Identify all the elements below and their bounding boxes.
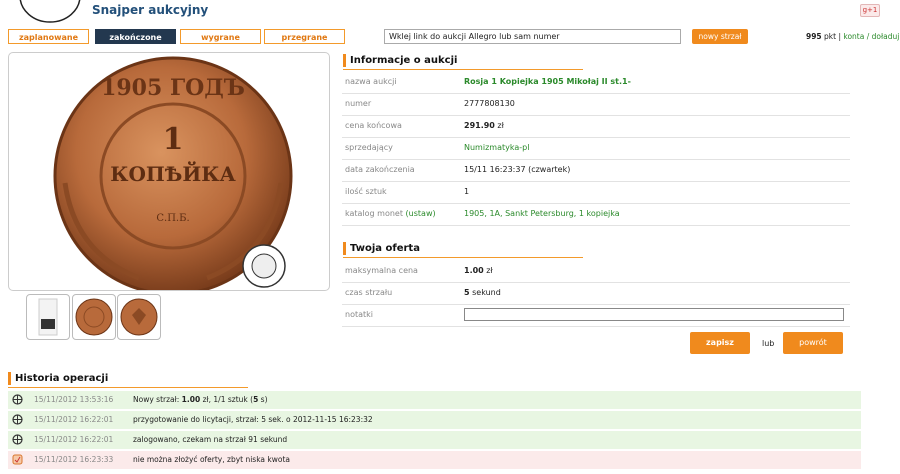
coin-mint: С.П.Б. (156, 213, 189, 224)
auction-info-title: Informacje o aukcji (343, 54, 457, 67)
thumbnail-1[interactable] (26, 294, 70, 340)
thumbnail-2-image (75, 298, 113, 336)
value-end-date: 15/11 16:23:37 (czwartek) (464, 165, 571, 174)
history-time: 15/11/2012 16:23:33 (34, 455, 114, 464)
points-value: 995 (806, 32, 822, 41)
row-end-date: data zakończenia 15/11 16:23:37 (czwarte… (342, 160, 850, 182)
label-shot-time: czas strzału (345, 288, 393, 297)
row-notes: notatki (342, 305, 850, 327)
label-auction-number: numer (345, 99, 372, 108)
history-msg-price: 1.00 (181, 395, 201, 404)
max-price-amount: 1.00 (464, 266, 484, 275)
auction-info-underline (343, 69, 583, 70)
row-auction-number: numer 2777808130 (342, 94, 850, 116)
tab-finished[interactable]: zakończone (95, 29, 176, 44)
history-time: 15/11/2012 16:22:01 (34, 435, 114, 444)
history-msg-mid: zł, 1/1 sztuk ( (200, 395, 254, 404)
coin-year-text: 1905 ГОДЪ (101, 75, 245, 101)
history-row: 15/11/2012 16:22:01 zalogowano, czekam n… (8, 431, 861, 449)
row-final-price: cena końcowa 291.90 zł (342, 116, 850, 138)
tab-won[interactable]: wygrane (180, 29, 261, 44)
history-time: 15/11/2012 13:53:16 (34, 395, 114, 404)
notes-input[interactable] (464, 308, 844, 321)
coin-denomination: 1 (163, 122, 184, 157)
label-end-date: data zakończenia (345, 165, 415, 174)
app-title: Snajper aukcyjny (92, 3, 209, 17)
history-msg-pre: Nowy strzał: (133, 395, 182, 404)
row-shot-time: czas strzału 5 sekund (342, 283, 850, 305)
history-message: przygotowanie do licytacji, strzał: 5 se… (133, 415, 373, 424)
label-final-price: cena końcowa (345, 121, 402, 130)
value-auction-name[interactable]: Rosja 1 Kopiejka 1905 Mikołaj II st.1- (464, 77, 631, 86)
row-quantity: ilość sztuk 1 (342, 182, 850, 204)
tab-planned[interactable]: zaplanowane (8, 29, 89, 44)
history-time: 15/11/2012 16:22:01 (34, 415, 114, 424)
label-coin-catalog-text: katalog monet (345, 209, 403, 218)
or-text: lub (762, 339, 775, 348)
value-seller[interactable]: Numizmatyka-pl (464, 143, 529, 152)
value-coin-catalog[interactable]: 1905, 1A, Sankt Petersburg, 1 kopiejka (464, 209, 620, 218)
coin-image: 1905 ГОДЪ 1 КОПѢЙКА С.П.Б. (53, 56, 293, 290)
row-auction-name: nazwa aukcji Rosja 1 Kopiejka 1905 Mikoł… (342, 72, 850, 94)
label-notes: notatki (345, 310, 373, 319)
shot-time-unit: sekund (472, 288, 501, 297)
label-coin-catalog: katalog monet (ustaw) (345, 209, 436, 218)
history-underline (8, 387, 248, 388)
value-quantity: 1 (464, 187, 470, 196)
target-icon (12, 414, 23, 425)
back-button[interactable]: powrót (783, 332, 843, 354)
value-final-price: 291.90 zł (464, 121, 504, 130)
target-icon (12, 434, 23, 445)
history-message: nie można złożyć oferty, zbyt niska kwot… (133, 455, 291, 464)
row-seller: sprzedający Numizmatyka-pl (342, 138, 850, 160)
history-row: 15/11/2012 16:22:01 przygotowanie do lic… (8, 411, 861, 429)
label-quantity: ilość sztuk (345, 187, 387, 196)
final-price-amount: 291.90 (464, 121, 495, 130)
history-row: 15/11/2012 16:23:33 nie można złożyć ofe… (8, 451, 861, 469)
final-price-unit: zł (497, 121, 504, 130)
main-coin-image[interactable]: 1905 ГОДЪ 1 КОПѢЙКА С.П.Б. (8, 52, 330, 291)
row-coin-catalog: katalog monet (ustaw) 1905, 1A, Sankt Pe… (342, 204, 850, 226)
target-icon (12, 394, 23, 405)
shot-time-amount: 5 (464, 288, 470, 297)
save-button[interactable]: zapisz (690, 332, 750, 354)
offer-underline (343, 257, 583, 258)
value-max-price: 1.00 zł (464, 266, 493, 275)
logo (19, 0, 81, 23)
label-max-price: maksymalna cena (345, 266, 418, 275)
set-catalog-link[interactable]: (ustaw) (406, 209, 436, 218)
account-links[interactable]: konta / doładuj (843, 32, 899, 41)
history-title: Historia operacji (8, 372, 108, 385)
thumbnail-3[interactable] (117, 294, 161, 340)
label-seller: sprzedający (345, 143, 393, 152)
thumbnail-1-image (38, 298, 58, 336)
account-points: 995 pkt | konta / doładuj (806, 32, 900, 41)
new-shot-button[interactable]: nowy strzał (692, 29, 748, 44)
row-max-price: maksymalna cena 1.00 zł (342, 261, 850, 283)
history-msg-post: s) (258, 395, 268, 404)
history-message: Nowy strzał: 1.00 zł, 1/1 sztuk (5 s) (133, 395, 268, 404)
points-unit: pkt (824, 32, 837, 41)
auction-link-input[interactable] (384, 29, 681, 44)
label-auction-name: nazwa aukcji (345, 77, 397, 86)
thumbnail-2[interactable] (72, 294, 116, 340)
value-auction-number: 2777808130 (464, 99, 515, 108)
value-shot-time: 5 sekund (464, 288, 501, 297)
thumbnail-3-image (120, 298, 158, 336)
max-price-unit: zł (486, 266, 493, 275)
error-hand-icon (12, 454, 23, 465)
history-message: zalogowano, czekam na strzał 91 sekund (133, 435, 288, 444)
offer-title: Twoja oferta (343, 242, 420, 255)
coin-word: КОПѢЙКА (110, 160, 236, 186)
history-row: 15/11/2012 13:53:16 Nowy strzał: 1.00 zł… (8, 391, 861, 409)
gplus-button[interactable]: g+1 (860, 4, 880, 17)
tab-lost[interactable]: przegrane (264, 29, 345, 44)
